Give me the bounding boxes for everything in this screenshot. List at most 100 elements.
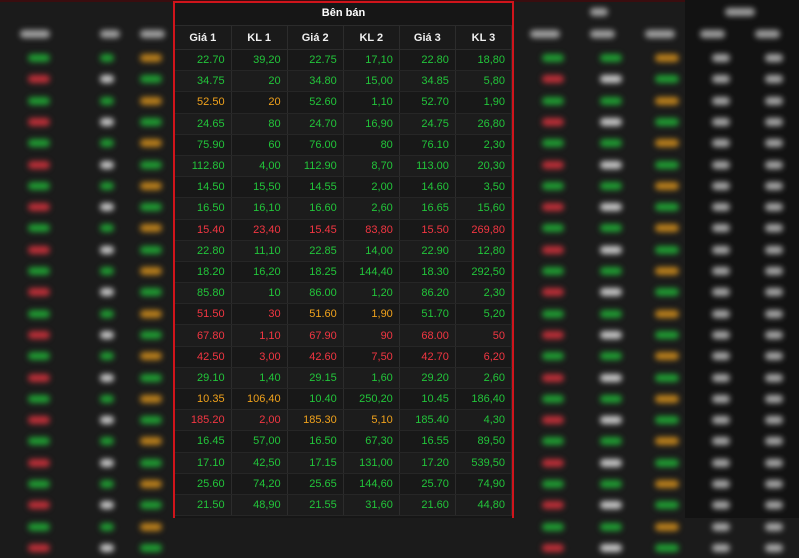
table-row[interactable]: 75.90 60 76.00 80 76.10 2,30: [175, 134, 512, 156]
cell-kl1: 20: [231, 70, 288, 93]
blurred-value: [600, 203, 622, 212]
blurred-value: [542, 267, 564, 275]
blurred-value: [765, 522, 783, 531]
table-row[interactable]: 85.80 10 86.00 1,20 86.20 2,30: [175, 282, 512, 305]
blurred-value: [655, 522, 679, 531]
table-row[interactable]: 34.75 20 34.80 15,00 34.85 5,80: [175, 70, 512, 93]
cell-kl1: 106,40: [231, 388, 288, 411]
table-row[interactable]: 67.80 1,10 67.90 90 68.00 50: [175, 324, 512, 347]
blurred-value: [140, 437, 162, 446]
blurred-value: [140, 224, 162, 233]
blurred-value: [100, 203, 114, 212]
blurred-value: [712, 352, 730, 361]
sell-side-table: Giá 1 KL 1 Giá 2 KL 2 Giá 3 KL 3 22.70 39…: [175, 26, 512, 517]
blurred-value: [765, 373, 783, 382]
blurred-value: [100, 288, 114, 297]
table-row[interactable]: 10.35 106,40 10.40 250,20 10.45 186,40: [175, 388, 512, 411]
cell-gia3: 18.30: [399, 261, 456, 284]
cell-kl2: 16,90: [343, 113, 400, 135]
table-row[interactable]: 29.10 1,40 29.15 1,60 29.20 2,60: [175, 367, 512, 390]
table-row[interactable]: 52.50 20 52.60 1,10 52.70 1,90: [175, 91, 512, 114]
blurred-value: [655, 139, 679, 148]
col-header-kl2[interactable]: KL 2: [343, 26, 400, 50]
table-row[interactable]: 15.40 23,40 15.45 83,80 15.50 269,80: [175, 219, 512, 241]
table-row[interactable]: 18.20 16,20 18.25 144,40 18.30 292,50: [175, 261, 512, 284]
blurred-value: [542, 96, 564, 105]
blurred-value: [140, 96, 162, 105]
cell-gia2: 16.60: [287, 197, 344, 220]
table-row[interactable]: 17.10 42,50 17.15 131,00 17.20 539,50: [175, 452, 512, 474]
blurred-value: [28, 330, 50, 339]
blurred-value: [655, 181, 679, 190]
blurred-value: [765, 117, 783, 126]
table-row[interactable]: 22.70 39,20 22.75 17,10 22.80 18,80: [175, 49, 512, 72]
blurred-value: [655, 203, 679, 212]
cell-gia3: 22.90: [399, 240, 456, 262]
blurred-value: [28, 160, 50, 169]
cell-kl3: 292,50: [455, 261, 512, 284]
blurred-value: [100, 373, 114, 382]
cell-gia3: 113.00: [399, 155, 456, 178]
cell-kl3: 5,20: [455, 303, 512, 326]
blurred-value: [100, 352, 114, 361]
col-header-kl3[interactable]: KL 3: [455, 26, 512, 50]
cell-gia2: 67.90: [287, 324, 344, 347]
table-row[interactable]: 42.50 3,00 42.60 7,50 42.70 6,20: [175, 346, 512, 368]
table-row[interactable]: 51.50 30 51.60 1,90 51.70 5,20: [175, 303, 512, 326]
blurred-value: [655, 330, 679, 339]
cell-gia1: 17.10: [175, 452, 232, 474]
table-row[interactable]: 112.80 4,00 112.90 8,70 113.00 20,30: [175, 155, 512, 178]
cell-kl2: 1,90: [343, 303, 400, 326]
cell-gia3: 68.00: [399, 324, 456, 347]
blurred-value: [600, 330, 622, 339]
cell-kl3: 44,80: [455, 494, 512, 517]
col-header-gia2[interactable]: Giá 2: [287, 26, 344, 50]
cell-kl3: 3,50: [455, 176, 512, 199]
blurred-value: [712, 416, 730, 425]
blurred-value: [765, 501, 783, 510]
cell-kl2: 14,00: [343, 240, 400, 262]
blurred-value: [600, 394, 622, 403]
blurred-value: [100, 394, 114, 403]
blurred-value: [712, 96, 730, 105]
cell-gia2: 17.15: [287, 452, 344, 474]
blurred-value: [28, 522, 50, 531]
cell-gia3: 10.45: [399, 388, 456, 411]
cell-kl2: 1,10: [343, 91, 400, 114]
blurred-value: [542, 288, 564, 297]
cell-kl2: 144,40: [343, 261, 400, 284]
cell-kl3: 539,50: [455, 452, 512, 474]
cell-gia3: 16.65: [399, 197, 456, 220]
cell-kl3: 2,30: [455, 134, 512, 156]
col-header-gia1[interactable]: Giá 1: [175, 26, 232, 50]
blurred-header: [700, 30, 725, 38]
blurred-value: [765, 224, 783, 233]
table-row[interactable]: 16.45 57,00 16.50 67,30 16.55 89,50: [175, 430, 512, 453]
cell-kl2: 8,70: [343, 155, 400, 178]
blurred-value: [655, 437, 679, 446]
table-row[interactable]: 185.20 2,00 185.30 5,10 185.40 4,30: [175, 409, 512, 432]
blurred-value: [712, 309, 730, 318]
cell-gia2: 22.75: [287, 49, 344, 72]
cell-gia1: 185.20: [175, 409, 232, 432]
table-row[interactable]: 25.60 74,20 25.65 144,60 25.70 74,90: [175, 473, 512, 495]
col-header-kl1[interactable]: KL 1: [231, 26, 288, 50]
table-row[interactable]: 16.50 16,10 16.60 2,60 16.65 15,60: [175, 197, 512, 220]
cell-kl3: 74,90: [455, 473, 512, 495]
cell-gia2: 34.80: [287, 70, 344, 93]
blurred-value: [140, 458, 162, 467]
blurred-value: [765, 330, 783, 339]
table-row[interactable]: 22.80 11,10 22.85 14,00 22.90 12,80: [175, 240, 512, 262]
cell-gia3: 34.85: [399, 70, 456, 93]
blurred-value: [28, 203, 50, 212]
cell-kl1: 80: [231, 113, 288, 135]
cell-kl3: 4,30: [455, 409, 512, 432]
table-row[interactable]: 14.50 15,50 14.55 2,00 14.60 3,50: [175, 176, 512, 199]
blurred-value: [765, 480, 783, 488]
col-header-gia3[interactable]: Giá 3: [399, 26, 456, 50]
table-row[interactable]: 21.50 48,90 21.55 31,60 21.60 44,80: [175, 494, 512, 517]
blurred-value: [712, 458, 730, 467]
blurred-value: [600, 224, 622, 233]
blurred-value: [600, 522, 622, 531]
table-row[interactable]: 24.65 80 24.70 16,90 24.75 26,80: [175, 113, 512, 135]
